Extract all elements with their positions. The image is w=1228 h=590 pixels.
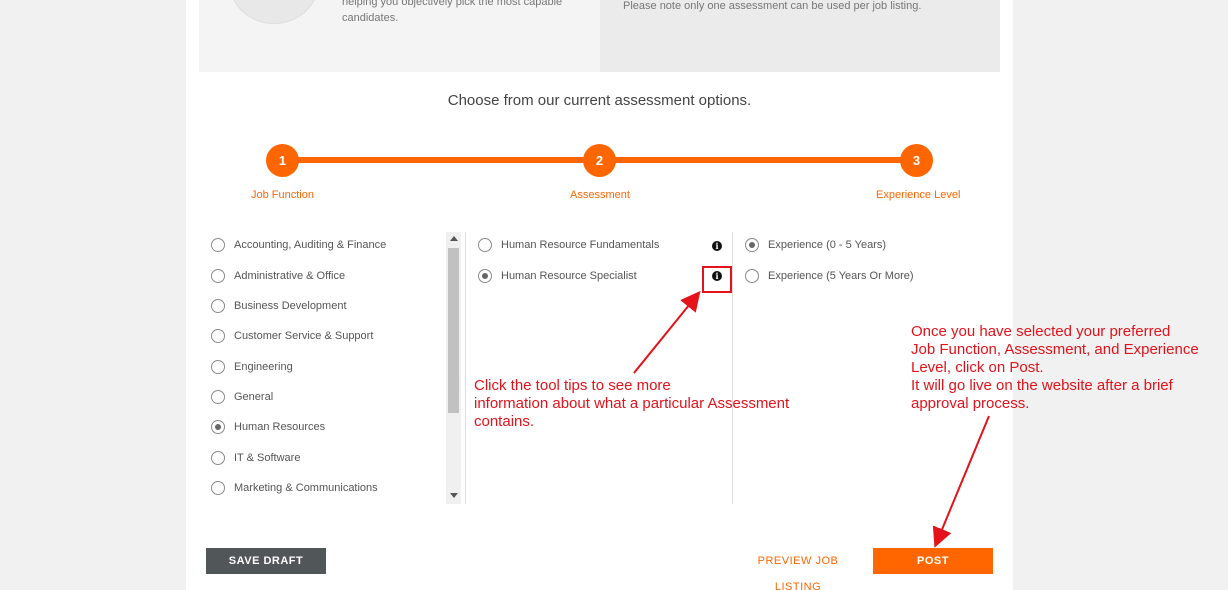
annotation-arrows [633,290,990,548]
tooltip-arrow [633,290,701,374]
post-arrow [932,415,990,548]
